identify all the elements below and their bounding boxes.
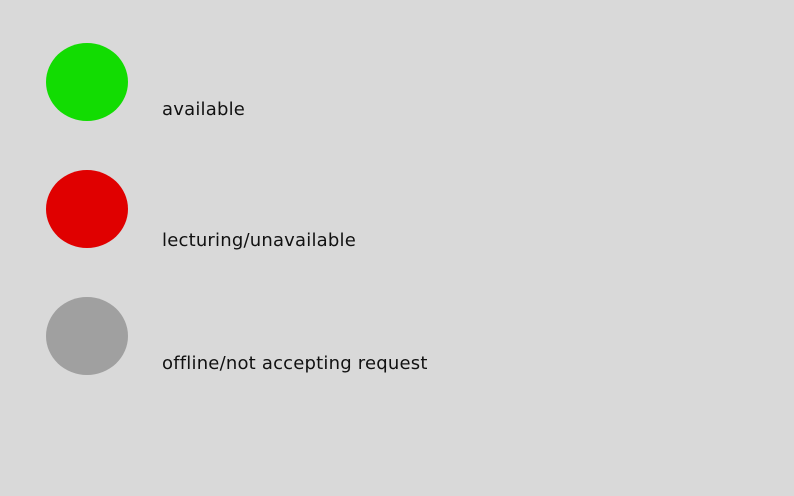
status-legend: available lecturing/unavailable offline/… (0, 0, 794, 496)
status-dot-unavailable-icon (46, 170, 128, 248)
legend-item-available: available (0, 43, 794, 143)
status-dot-offline-icon (46, 297, 128, 375)
legend-item-offline: offline/not accepting request (0, 297, 794, 397)
legend-item-unavailable: lecturing/unavailable (0, 170, 794, 270)
legend-label-offline: offline/not accepting request (162, 353, 428, 374)
status-dot-available-icon (46, 43, 128, 121)
legend-label-unavailable: lecturing/unavailable (162, 230, 356, 251)
legend-label-available: available (162, 99, 246, 120)
